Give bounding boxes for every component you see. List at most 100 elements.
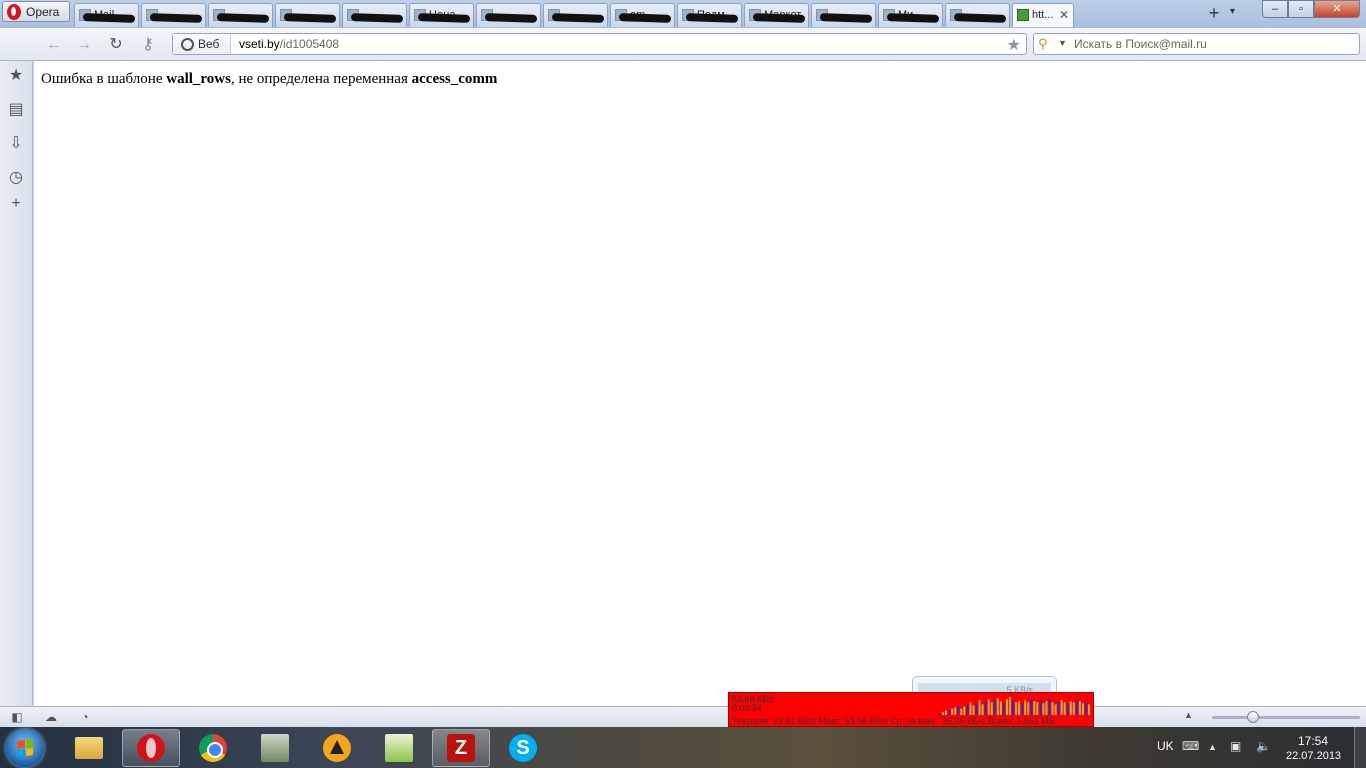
tab-close-icon[interactable]: ✕	[1059, 8, 1069, 22]
traffic-bar	[1048, 699, 1051, 715]
start-button[interactable]	[6, 729, 44, 767]
taskbar-notepad[interactable]	[370, 729, 428, 767]
tab[interactable]	[141, 3, 206, 27]
history-clock-icon[interactable]: ◷	[7, 169, 25, 187]
opera-unite-cloud-icon[interactable]: ☁	[44, 710, 58, 724]
clock-time[interactable]: 17:54	[1298, 734, 1328, 748]
close-window-button[interactable]: ✕	[1314, 0, 1360, 18]
traffic-bar	[1075, 700, 1078, 715]
traffic-bar	[942, 711, 945, 715]
tab-active[interactable]: htt... ✕	[1012, 3, 1074, 27]
reload-icon[interactable]: ↻	[106, 35, 126, 55]
page-content: Ошибка в шаблоне wall_rows, не определен…	[34, 61, 1366, 706]
tab[interactable]	[543, 3, 608, 27]
turbo-gauge-icon[interactable]: ◔	[78, 710, 92, 724]
search-field[interactable]: ⚲ ▼ Искать в Поиск@mail.ru	[1033, 33, 1360, 55]
wand-key-icon[interactable]: ⚷	[138, 35, 158, 55]
traffic-bar	[957, 705, 960, 715]
taskbar-aimp[interactable]	[308, 729, 366, 767]
redaction-scribble	[283, 13, 337, 23]
minimize-button[interactable]: –	[1262, 0, 1288, 18]
back-arrow-icon[interactable]: ←	[44, 35, 64, 55]
show-desktop-button[interactable]	[1354, 727, 1366, 768]
language-indicator[interactable]: UK	[1157, 739, 1174, 753]
traffic-bar	[1042, 703, 1045, 715]
chevron-up-icon[interactable]: ▲	[1184, 710, 1193, 720]
chrome-icon	[199, 734, 227, 762]
tab-list-icon[interactable]: ▾	[1230, 6, 1235, 17]
redaction-scribble	[216, 13, 270, 23]
network-icon[interactable]: ▣	[1230, 739, 1241, 753]
address-url[interactable]: vseti.by/id1005408	[239, 37, 339, 51]
zoom-slider[interactable]	[1212, 711, 1360, 723]
taskbar-chrome[interactable]	[184, 729, 242, 767]
tab[interactable]: Маркет	[744, 3, 809, 27]
search-engine-icon[interactable]: ⚲	[1038, 36, 1048, 52]
tab[interactable]	[476, 3, 541, 27]
clock-date[interactable]: 22.07.2013	[1286, 750, 1341, 762]
new-tab-button[interactable]: +	[1204, 3, 1224, 23]
tab[interactable]: em	[610, 3, 675, 27]
traffic-bar	[1002, 703, 1005, 715]
tab[interactable]	[208, 3, 273, 27]
traffic-bar	[999, 701, 1002, 715]
maximize-button[interactable]: ▫	[1288, 0, 1314, 18]
status-bar: ◧ ☁ ◔ ▲	[0, 706, 1366, 727]
taskbar-filezilla[interactable]: Z	[432, 729, 490, 767]
forward-arrow-icon[interactable]: →	[74, 35, 94, 55]
traffic-bar	[1081, 703, 1085, 715]
keyboard-icon[interactable]: ⌨	[1182, 739, 1199, 753]
windows-taskbar: Z S UK ⌨ ▲ ▣ 🔈 17:54 22.07.2013	[0, 727, 1366, 768]
traffic-bar	[1033, 701, 1036, 715]
tab[interactable]	[811, 3, 876, 27]
traffic-bar	[951, 708, 954, 715]
template-name: wall_rows	[166, 71, 231, 87]
site-info-badge[interactable]: Веб	[173, 34, 231, 54]
taskbar-monitor[interactable]	[246, 729, 304, 767]
url-host: vseti.by	[239, 37, 280, 51]
redaction-scribble	[886, 13, 940, 23]
tab[interactable]: Цена	[409, 3, 474, 27]
tab[interactable]	[342, 3, 407, 27]
redaction-scribble	[417, 13, 471, 23]
error-message: Ошибка в шаблоне wall_rows, не определен…	[41, 71, 497, 88]
tab[interactable]	[945, 3, 1010, 27]
chevron-down-icon[interactable]: ▼	[1058, 38, 1067, 48]
net-elapsed-time: 0:00:54	[732, 703, 763, 713]
notepad-icon	[385, 734, 413, 762]
notes-icon[interactable]: ▤	[7, 101, 25, 119]
opera-icon	[137, 734, 165, 762]
traffic-bar	[1057, 701, 1060, 715]
redaction-scribble	[149, 13, 203, 23]
tray-expand-icon[interactable]: ▲	[1208, 742, 1217, 752]
tab[interactable]	[275, 3, 340, 27]
taskbar-opera[interactable]	[122, 729, 180, 767]
traffic-bar	[1015, 702, 1018, 715]
traffic-bar	[945, 710, 948, 715]
panel-toggle-icon[interactable]: ◧	[10, 710, 24, 724]
system-tray: UK ⌨ ▲ ▣ 🔈 17:54 22.07.2013	[1150, 727, 1366, 768]
opera-menu-button[interactable]: Opera	[2, 1, 70, 22]
tab[interactable]: Ми	[878, 3, 943, 27]
downloads-icon[interactable]: ⇩	[7, 135, 25, 153]
bookmarks-star-icon[interactable]: ★	[7, 67, 25, 85]
net-traffic-graph	[939, 697, 1091, 715]
add-panel-icon[interactable]: +	[7, 195, 25, 213]
skype-icon: S	[509, 734, 537, 762]
address-field[interactable]: Веб vseti.by/id1005408 ★	[172, 33, 1027, 55]
volume-icon[interactable]: 🔈	[1256, 739, 1271, 753]
redaction-scribble	[484, 13, 538, 23]
search-input[interactable]: Искать в Поиск@mail.ru	[1074, 37, 1207, 51]
window-controls: – ▫ ✕	[1262, 0, 1360, 18]
traffic-bar	[1054, 704, 1057, 715]
tab[interactable]: Подм	[677, 3, 742, 27]
tab[interactable]: Mail	[74, 3, 139, 27]
zoom-slider-handle[interactable]	[1247, 711, 1260, 723]
net-monitor-widget[interactable]: 53,66 КБ/с 0:00:54 Текущая: 23,41 КБ/с М…	[728, 692, 1094, 727]
traffic-bar	[1084, 702, 1088, 715]
tab-strip: Mail Цена emПодмМаркет Ми htt...✕	[74, 3, 1074, 27]
bookmark-star-icon[interactable]: ★	[1007, 35, 1021, 55]
taskbar-explorer[interactable]	[60, 729, 118, 767]
taskbar-skype[interactable]: S	[494, 729, 552, 767]
traffic-bar	[1039, 700, 1042, 715]
